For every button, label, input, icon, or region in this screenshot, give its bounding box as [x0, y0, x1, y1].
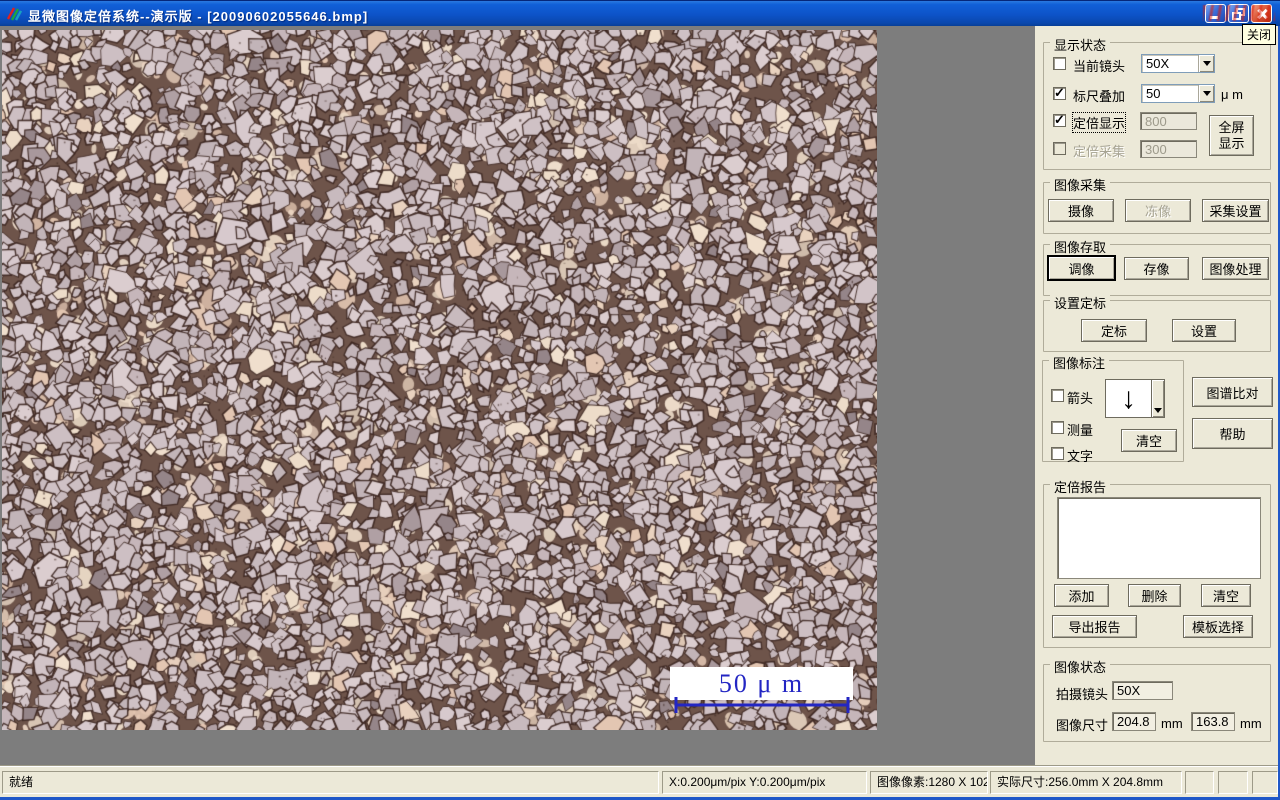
- group-annotation-title: 图像标注: [1049, 353, 1110, 372]
- text-annotation-label: 文字: [1067, 449, 1094, 464]
- measure-annotation-checkbox[interactable]: [1051, 421, 1064, 434]
- arrow-annotation-label: 箭头: [1067, 391, 1094, 406]
- group-annotation: 图像标注 箭头 ↓ 测量 清空 文字: [1042, 353, 1184, 464]
- group-image-capture-title: 图像采集: [1050, 175, 1111, 194]
- minimize-button[interactable]: [1205, 4, 1226, 23]
- status-pixel-scale: X:0.200μm/pix Y:0.200μm/pix: [662, 771, 867, 794]
- dropdown-arrow-icon: [1202, 91, 1211, 96]
- image-width-unit: mm: [1161, 716, 1183, 731]
- dropdown-button[interactable]: [1198, 55, 1214, 72]
- fullscreen-button[interactable]: 全屏 显示: [1209, 115, 1254, 156]
- micrograph-image[interactable]: [2, 30, 877, 730]
- fixed-display-label: 定倍显示: [1071, 112, 1127, 133]
- control-panel: 显示状态 当前镜头 50X 标尺叠加 50 μ m 定倍显示 800 定倍采集 …: [1035, 26, 1280, 765]
- shooting-lens-label: 拍摄镜头: [1056, 687, 1109, 702]
- group-report-title: 定倍报告: [1050, 477, 1111, 496]
- group-image-storage-title: 图像存取: [1050, 237, 1111, 256]
- shooting-lens-value: 50X: [1112, 681, 1173, 700]
- fixed-display-checkbox[interactable]: [1053, 112, 1066, 128]
- dropdown-button[interactable]: [1152, 379, 1165, 418]
- capture-settings-button[interactable]: 采集设置: [1202, 199, 1269, 222]
- dropdown-arrow-icon: [1154, 408, 1162, 413]
- image-width-value: 204.8: [1112, 712, 1156, 731]
- template-select-button[interactable]: 模板选择: [1183, 615, 1253, 638]
- minimize-icon: [1210, 16, 1218, 19]
- group-image-capture: 图像采集 摄像 冻像 采集设置: [1043, 175, 1271, 234]
- group-image-status-title: 图像状态: [1050, 657, 1111, 676]
- clear-annotation-button[interactable]: 清空: [1121, 429, 1177, 452]
- window-title: 显微图像定倍系统--演示版 - [20090602055646.bmp]: [28, 9, 369, 24]
- capture-button[interactable]: 摄像: [1048, 199, 1114, 222]
- current-lens-checkbox[interactable]: [1053, 57, 1066, 70]
- scale-overlay-combobox[interactable]: 50: [1141, 84, 1215, 103]
- export-report-button[interactable]: 导出报告: [1052, 615, 1137, 638]
- arrow-annotation-checkbox[interactable]: [1051, 389, 1064, 402]
- scale-overlay-label: 标尺叠加: [1073, 89, 1126, 104]
- calibrate-button[interactable]: 定标: [1081, 319, 1147, 342]
- help-button[interactable]: 帮助: [1192, 418, 1273, 449]
- annotation-arrow-icon: ↓: [1105, 379, 1152, 418]
- app-icon: [6, 7, 22, 21]
- status-empty-3: [1252, 771, 1278, 794]
- report-clear-button[interactable]: 清空: [1201, 584, 1251, 607]
- freeze-button[interactable]: 冻像: [1125, 199, 1191, 222]
- title-bar: 显微图像定倍系统--演示版 - [20090602055646.bmp]: [0, 0, 1280, 26]
- text-annotation-checkbox[interactable]: [1051, 447, 1064, 460]
- status-empty-1: [1185, 771, 1214, 794]
- group-report: 定倍报告 添加 删除 清空 导出报告 模板选择: [1043, 477, 1271, 648]
- scalebar-label-box: 50 μ m: [670, 667, 853, 700]
- close-icon: [1252, 5, 1271, 22]
- image-process-button[interactable]: 图像处理: [1202, 257, 1269, 280]
- image-height-unit: mm: [1240, 716, 1262, 731]
- scale-overlay-checkbox[interactable]: [1053, 85, 1066, 101]
- current-lens-combobox[interactable]: 50X: [1141, 54, 1215, 73]
- report-listbox[interactable]: [1057, 497, 1261, 579]
- group-image-storage: 图像存取 调像 存像 图像处理: [1043, 237, 1271, 296]
- fixed-capture-label: 定倍采集: [1073, 144, 1126, 159]
- atlas-compare-button[interactable]: 图谱比对: [1192, 377, 1273, 407]
- group-display-status: 显示状态 当前镜头 50X 标尺叠加 50 μ m 定倍显示 800 定倍采集 …: [1043, 35, 1271, 170]
- image-height-value: 163.8: [1191, 712, 1235, 731]
- group-calibration: 设置定标 定标 设置: [1043, 293, 1271, 352]
- group-image-status: 图像状态 拍摄镜头 50X 图像尺寸 204.8 mm 163.8 mm: [1043, 657, 1271, 742]
- current-lens-label: 当前镜头: [1073, 59, 1126, 74]
- settings-button[interactable]: 设置: [1172, 319, 1236, 342]
- dropdown-arrow-icon: [1202, 61, 1211, 66]
- dropdown-button[interactable]: [1198, 85, 1214, 102]
- report-delete-button[interactable]: 删除: [1128, 584, 1181, 607]
- measure-annotation-label: 测量: [1067, 423, 1094, 438]
- application-window: 显微图像定倍系统--演示版 - [20090602055646.bmp] 关闭 …: [0, 0, 1280, 800]
- fixed-capture-input[interactable]: 300: [1140, 140, 1197, 158]
- scalebar-text: 50 μ m: [718, 668, 805, 698]
- save-image-button[interactable]: 存像: [1124, 257, 1189, 280]
- scale-unit-label: μ m: [1221, 87, 1243, 102]
- image-viewport[interactable]: 50 μ m: [0, 26, 1035, 765]
- group-display-status-title: 显示状态: [1050, 35, 1111, 54]
- group-calibration-title: 设置定标: [1050, 293, 1111, 312]
- close-tooltip: 关闭: [1242, 24, 1277, 45]
- load-image-button[interactable]: 调像: [1047, 255, 1116, 281]
- status-image-pixels: 图像像素:1280 X 1024: [870, 771, 988, 794]
- status-actual-size: 实际尺寸:256.0mm X 204.8mm: [990, 771, 1182, 794]
- restore-button[interactable]: [1228, 4, 1249, 23]
- status-empty-2: [1218, 771, 1248, 794]
- scalebar-line: [674, 697, 850, 713]
- fixed-display-input[interactable]: 800: [1140, 112, 1197, 130]
- fixed-capture-checkbox[interactable]: [1053, 142, 1066, 155]
- close-button[interactable]: [1251, 4, 1272, 23]
- image-size-label: 图像尺寸: [1056, 718, 1109, 733]
- status-ready: 就绪: [2, 771, 659, 794]
- report-add-button[interactable]: 添加: [1054, 584, 1109, 607]
- status-bar: 就绪 X:0.200μm/pix Y:0.200μm/pix 图像像素:1280…: [0, 765, 1280, 797]
- arrow-style-combobox[interactable]: ↓: [1105, 379, 1165, 418]
